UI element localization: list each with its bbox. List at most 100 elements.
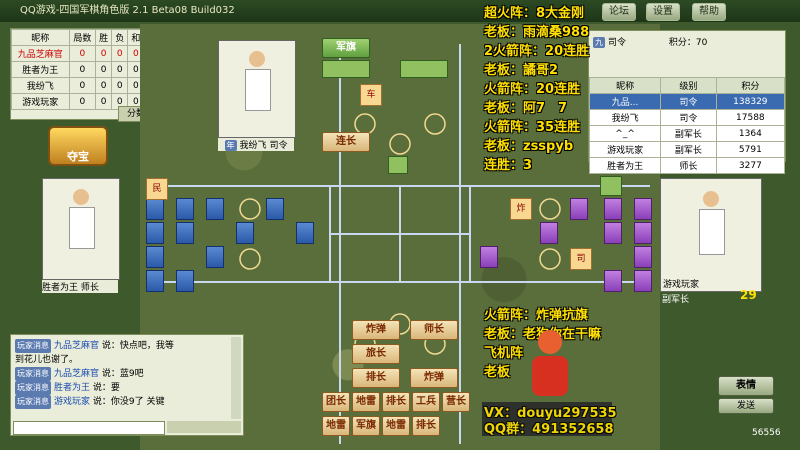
- board-piece[interactable]: 炸弹: [352, 320, 400, 340]
- blue-piece[interactable]: [146, 198, 164, 220]
- table-row: 昵称 级别 积分: [588, 77, 786, 94]
- avatar-body: [699, 209, 725, 255]
- avatar-body: [245, 69, 271, 111]
- purple-piece[interactable]: [634, 270, 652, 292]
- right-player-rank: 副军长: [662, 295, 690, 305]
- stream-overlay-top: 超火阵：8大金刚 老板：雨滴桑988 2火箭阵：20连胜 老板：譎哥2 火箭阵：…: [484, 2, 589, 173]
- blue-piece[interactable]: [176, 270, 194, 292]
- board-piece[interactable]: 工兵: [412, 392, 440, 412]
- avatar-head: [249, 51, 265, 67]
- board-piece[interactable]: 旅长: [352, 344, 400, 364]
- board-piece[interactable]: 连长: [322, 132, 370, 152]
- table-row[interactable]: 胜者为王 师长 3277: [588, 157, 786, 174]
- purple-piece[interactable]: [604, 270, 622, 292]
- table-row[interactable]: 我纷飞 司令 17588: [588, 109, 786, 126]
- table-row[interactable]: ^_^ 副军长 1364: [588, 125, 786, 142]
- purple-piece[interactable]: [634, 222, 652, 244]
- board-piece[interactable]: 炸弹: [410, 368, 458, 388]
- purple-piece[interactable]: 司: [570, 248, 592, 270]
- blue-piece[interactable]: 民: [146, 178, 168, 200]
- purple-piece[interactable]: 炸: [510, 198, 532, 220]
- contact-box: VX：douyu297535 QQ群：491352658: [482, 402, 617, 437]
- treasure-chest[interactable]: 夺宝: [48, 126, 108, 166]
- board-piece[interactable]: 排长: [352, 368, 400, 388]
- board-piece[interactable]: 团长: [322, 392, 350, 412]
- overlay-line: 老板：zsspyb: [484, 139, 574, 154]
- purple-piece[interactable]: [570, 198, 588, 220]
- hidden-piece[interactable]: [400, 60, 448, 78]
- top-player-name: 我纷飞: [239, 141, 267, 151]
- blue-piece[interactable]: [236, 222, 254, 244]
- board-piece[interactable]: 地雷: [352, 392, 380, 412]
- top-player-avatar[interactable]: [218, 40, 296, 138]
- overlay-line: 老板：雨滴桑988: [484, 25, 590, 40]
- chat-input[interactable]: [13, 421, 165, 435]
- chat-line: 玩家消息 游戏玩家 说：你没9了 关键: [15, 395, 165, 409]
- treasure-label: 夺宝: [67, 150, 89, 163]
- overlay-line: 超火阵：8大金刚: [484, 6, 585, 21]
- mascot-body: [532, 356, 568, 396]
- blue-piece[interactable]: [206, 246, 224, 268]
- title-bar: QQ游戏-四国军棋角色版 2.1 Beta08 Build032 论坛 设置 帮…: [0, 0, 800, 22]
- table-row[interactable]: 游戏玩家 副军长 5791: [588, 141, 786, 158]
- left-player-label: 胜者为王 师长: [42, 280, 118, 293]
- blue-piece[interactable]: [296, 222, 314, 244]
- right-player-avatar[interactable]: 游戏玩家: [660, 178, 762, 292]
- overlay-line: 2火箭阵：20连胜: [484, 44, 590, 59]
- hidden-piece[interactable]: [388, 156, 408, 174]
- overlay-line: 火箭阵：35连胜: [484, 120, 581, 135]
- forum-button[interactable]: 论坛: [602, 3, 636, 21]
- top-player-label: 年我纷飞 司令: [218, 138, 294, 151]
- avatar-head: [73, 189, 89, 205]
- board-piece[interactable]: 地雷: [382, 416, 410, 436]
- overlay-line: 老板：阿7 7: [484, 101, 568, 116]
- chat-toolbar[interactable]: [167, 421, 241, 433]
- overlay-line: 老板：譎哥2: [484, 63, 559, 78]
- send-button[interactable]: 发送: [718, 398, 774, 414]
- purple-piece[interactable]: [634, 198, 652, 220]
- version-label: 56556: [752, 428, 781, 438]
- table-row[interactable]: 九品... 司令 138329: [588, 93, 786, 110]
- blue-piece[interactable]: [206, 198, 224, 220]
- right-player-name: 游戏玩家: [663, 280, 700, 290]
- chat-log[interactable]: 玩家消息 九品芝麻官 说：快点吧，我等 到花儿也谢了。 玩家消息 九品芝麻官 说：蓝…: [15, 339, 233, 409]
- left-player-name: 胜者为王: [42, 283, 79, 293]
- roster-header: 九司令 积分：70: [593, 37, 708, 48]
- board-piece[interactable]: 师长: [410, 320, 458, 340]
- blue-piece[interactable]: [176, 222, 194, 244]
- qq-contact: QQ群：491352658: [484, 422, 614, 437]
- blue-piece[interactable]: [146, 222, 164, 244]
- mascot-head: [538, 330, 562, 354]
- mascot-character: [520, 330, 580, 406]
- blue-piece[interactable]: [146, 246, 164, 268]
- left-player-avatar[interactable]: [42, 178, 120, 280]
- emote-button[interactable]: 表情: [718, 376, 774, 396]
- purple-piece[interactable]: [604, 222, 622, 244]
- hidden-piece[interactable]: [322, 60, 370, 78]
- board-piece[interactable]: 军旗: [352, 416, 380, 436]
- avatar-body: [69, 207, 95, 249]
- blue-piece[interactable]: [176, 198, 194, 220]
- blue-piece[interactable]: [266, 198, 284, 220]
- purple-piece[interactable]: [540, 222, 558, 244]
- avatar-head: [703, 191, 719, 207]
- help-button[interactable]: 帮助: [692, 3, 726, 21]
- roster-panel: 九司令 积分：70 昵称 级别 积分 九品... 司令 138329 我纷飞 司令 1758…: [588, 30, 786, 174]
- board-piece[interactable]: 地雷: [322, 416, 350, 436]
- hidden-piece[interactable]: [600, 176, 622, 196]
- board-piece[interactable]: 营长: [442, 392, 470, 412]
- chat-line: 玩家消息 九品芝麻官 说：快点吧，我等: [15, 339, 174, 353]
- board-piece[interactable]: 排长: [382, 392, 410, 412]
- chat-scrollbar[interactable]: [231, 337, 241, 419]
- board-piece[interactable]: 军旗: [322, 38, 370, 58]
- roster-table: 昵称 级别 积分 九品... 司令 138329 我纷飞 司令 17588 ^_^ 副军长 13…: [588, 77, 786, 174]
- overlay-line: 火箭阵：炸弹抗旗: [484, 308, 589, 323]
- purple-piece[interactable]: [480, 246, 498, 268]
- chat-line: 玩家消息 胜者为王 说：要: [15, 381, 120, 395]
- board-piece[interactable]: 排长: [412, 416, 440, 436]
- purple-piece[interactable]: [604, 198, 622, 220]
- blue-piece[interactable]: [146, 270, 164, 292]
- board-piece[interactable]: 车: [360, 84, 382, 106]
- purple-piece[interactable]: [634, 246, 652, 268]
- settings-button[interactable]: 设置: [646, 3, 680, 21]
